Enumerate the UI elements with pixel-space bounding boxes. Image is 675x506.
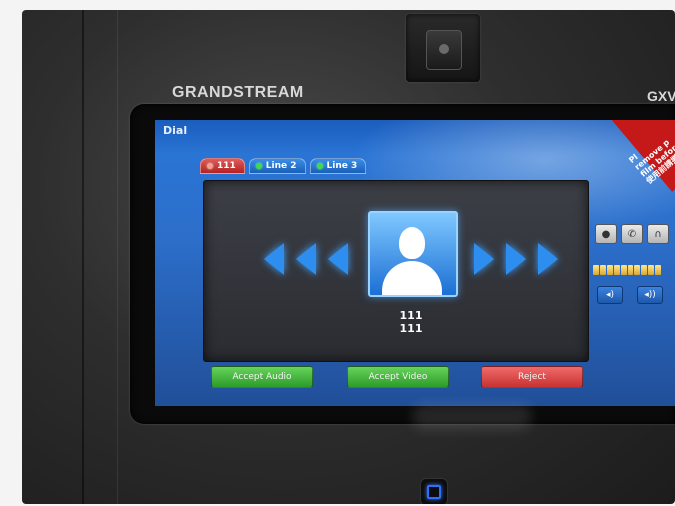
volume-up-button[interactable]: ◂)): [637, 286, 663, 304]
handset-icon[interactable]: ✆: [621, 224, 643, 244]
caller-number: 111: [399, 322, 423, 335]
line-status-icon: [316, 163, 323, 169]
home-button[interactable]: [420, 478, 448, 504]
chevron-right-icon: [474, 243, 494, 275]
line-tabs: 111 Line 2 Line 3: [200, 158, 367, 174]
camera-module: [406, 14, 480, 82]
incoming-call-panel: 111 111: [203, 180, 589, 362]
chevron-right-icon: [538, 243, 558, 275]
camera-toggle-icon[interactable]: ●: [595, 224, 617, 244]
caller-name: 111: [399, 309, 423, 322]
chevron-left-icon: [264, 243, 284, 275]
tab-label: Line 3: [326, 161, 358, 171]
tab-line-1[interactable]: 111: [200, 158, 245, 174]
glare-reflection: [412, 405, 532, 429]
reject-button[interactable]: Reject: [481, 366, 583, 388]
tab-label: 111: [217, 161, 236, 171]
chevron-right-icon: [506, 243, 526, 275]
touch-screen: Dial 111 Line 2 Line 3 111 111 Accept Au…: [155, 120, 675, 406]
tab-line-2[interactable]: Line 2: [248, 158, 306, 174]
line-status-icon: [207, 163, 213, 169]
caller-avatar: [368, 211, 458, 297]
line-status-icon: [255, 163, 262, 169]
accept-audio-button[interactable]: Accept Audio: [211, 366, 313, 388]
tab-line-3[interactable]: Line 3: [309, 158, 367, 174]
volume-level-meter: [593, 265, 662, 275]
model-label: GXV: [647, 88, 675, 104]
camera-lens-icon: [426, 30, 462, 70]
accept-video-button[interactable]: Accept Video: [347, 366, 449, 388]
headset-icon[interactable]: ∩: [647, 224, 669, 244]
person-icon: [399, 227, 425, 259]
chevron-left-icon: [296, 243, 316, 275]
tab-label: Line 2: [265, 161, 297, 171]
screen-title: Dial: [163, 124, 188, 137]
volume-down-button[interactable]: ◂): [597, 286, 623, 304]
brand-logo: GRANDSTREAM: [172, 84, 304, 101]
chevron-left-icon: [328, 243, 348, 275]
